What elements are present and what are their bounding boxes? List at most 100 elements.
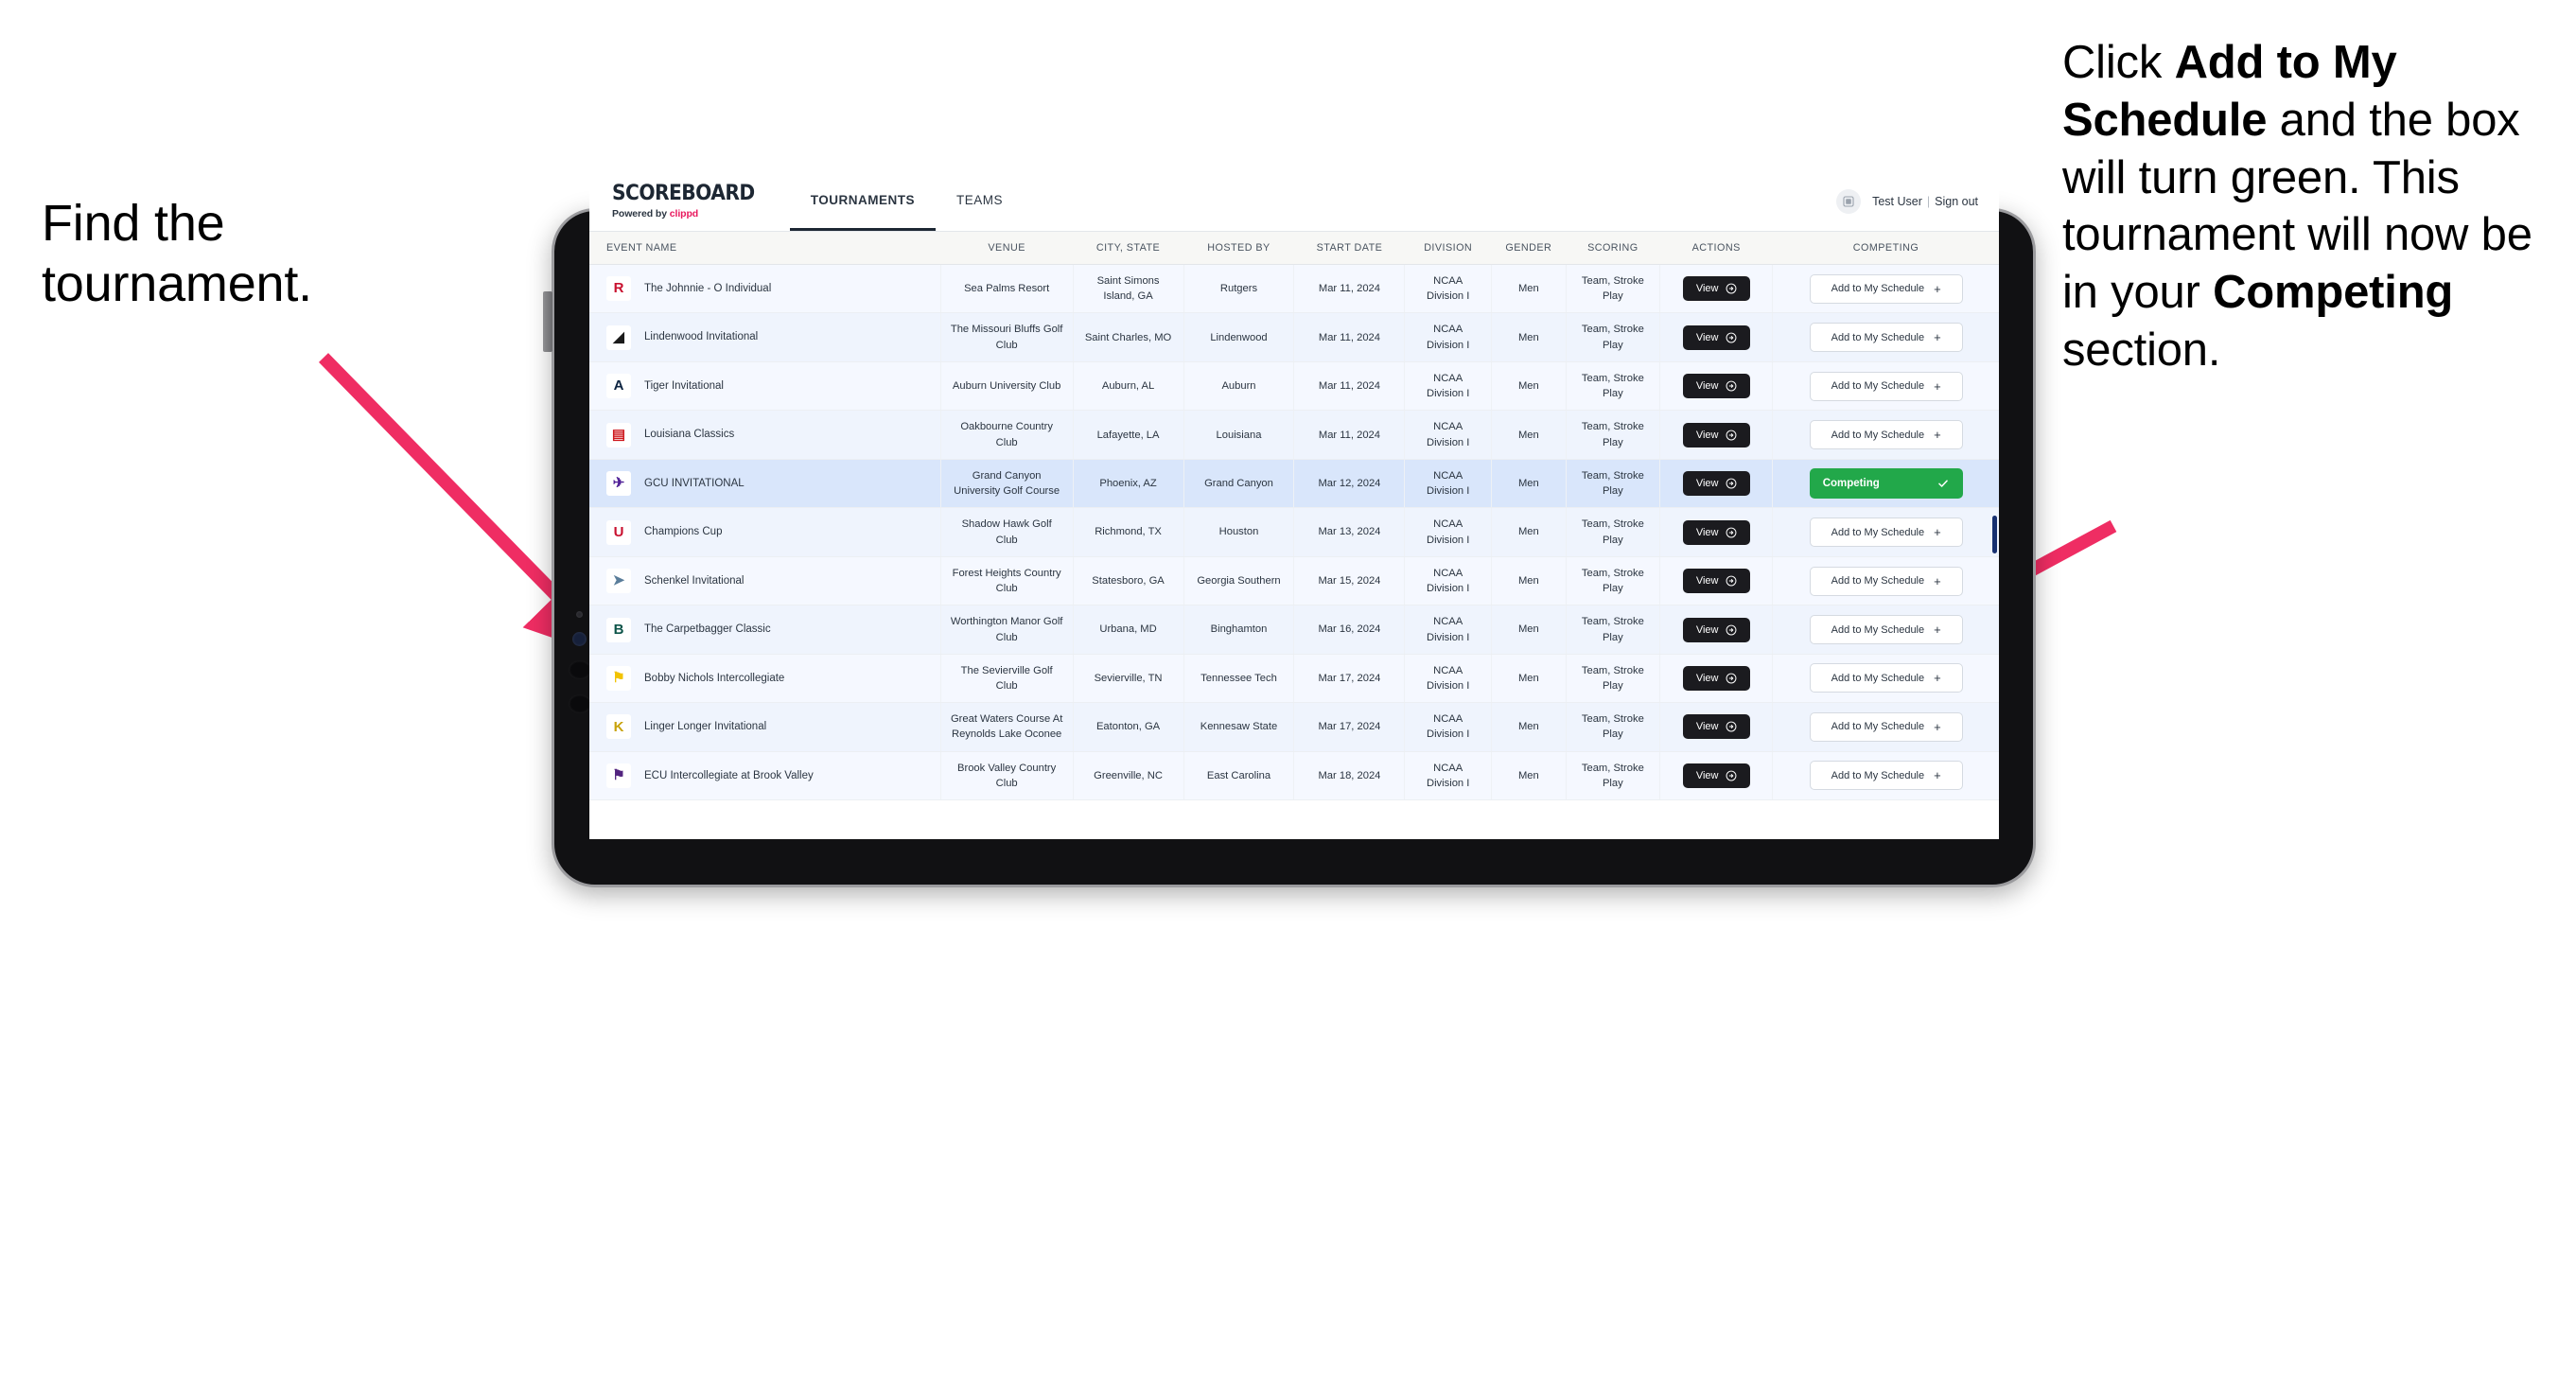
cell-start-date: Mar 11, 2024: [1293, 312, 1406, 362]
view-button[interactable]: View: [1682, 617, 1750, 642]
cell-scoring: Team, Stroke Play: [1566, 654, 1660, 704]
add-to-my-schedule-button[interactable]: Add to My Schedule +: [1809, 761, 1963, 791]
col-scoring[interactable]: SCORING: [1566, 232, 1660, 265]
view-button[interactable]: View: [1682, 763, 1750, 788]
table-row[interactable]: B The Carpetbagger Classic Worthington M…: [589, 605, 1999, 655]
col-start-date[interactable]: START DATE: [1293, 232, 1405, 265]
add-to-my-schedule-button[interactable]: Add to My Schedule +: [1809, 711, 1963, 742]
table-row[interactable]: R The Johnnie - O Individual Sea Palms R…: [589, 264, 1999, 314]
team-logo-icon: R: [606, 276, 631, 302]
tab-teams[interactable]: TEAMS: [936, 172, 1024, 231]
cell-gender: Men: [1491, 751, 1567, 801]
plus-icon: +: [1934, 671, 1941, 686]
cell-start-date: Mar 11, 2024: [1293, 264, 1406, 314]
plus-icon: +: [1934, 428, 1941, 443]
tournaments-table-wrap[interactable]: EVENT NAME VENUE CITY, STATE HOSTED BY S…: [589, 232, 1999, 839]
cell-gender: Men: [1491, 361, 1567, 412]
tablet-device: SCOREBOARD Powered by clippd TOURNAMENTS…: [543, 172, 2036, 887]
event-name-text: Tiger Invitational: [644, 379, 724, 392]
arrow-circle-right-icon: [1726, 527, 1736, 538]
table-row[interactable]: U Champions Cup Shadow Hawk Golf Club Ri…: [589, 507, 1999, 557]
cell-city-state: Saint Simons Island, GA: [1073, 264, 1184, 314]
view-button-label: View: [1695, 623, 1719, 636]
view-button[interactable]: View: [1682, 422, 1750, 447]
col-actions[interactable]: ACTIONS: [1659, 232, 1773, 265]
add-to-my-schedule-label: Add to My Schedule: [1831, 672, 1925, 684]
add-to-my-schedule-button[interactable]: Add to My Schedule +: [1809, 371, 1963, 401]
cell-scoring: Team, Stroke Play: [1566, 751, 1660, 801]
cell-event-name: R The Johnnie - O Individual: [589, 264, 941, 314]
cell-hosted-by: Grand Canyon: [1183, 459, 1295, 509]
table-row[interactable]: ▤ Louisiana Classics Oakbourne Country C…: [589, 410, 1999, 460]
view-button[interactable]: View: [1682, 325, 1750, 350]
add-to-my-schedule-button[interactable]: Add to My Schedule +: [1809, 615, 1963, 645]
competing-button[interactable]: Competing: [1809, 468, 1963, 500]
col-gender[interactable]: GENDER: [1491, 232, 1567, 265]
view-button-label: View: [1695, 380, 1719, 393]
view-button[interactable]: View: [1682, 569, 1750, 594]
table-header-row: EVENT NAME VENUE CITY, STATE HOSTED BY S…: [589, 232, 1999, 265]
cell-division: NCAA Division I: [1404, 605, 1492, 655]
col-event-name[interactable]: EVENT NAME: [589, 232, 941, 265]
table-row[interactable]: ✈ GCU INVITATIONAL Grand Canyon Universi…: [589, 459, 1999, 509]
vertical-scrollbar[interactable]: [1992, 516, 1997, 553]
team-logo-icon: A: [606, 374, 631, 399]
cell-division: NCAA Division I: [1404, 312, 1492, 362]
cell-venue: Auburn University Club: [940, 361, 1074, 412]
add-to-my-schedule-button[interactable]: Add to My Schedule +: [1809, 518, 1963, 548]
view-button[interactable]: View: [1682, 276, 1750, 302]
sign-out-link[interactable]: Sign out: [1935, 195, 1978, 208]
power-button[interactable]: [543, 291, 552, 352]
view-button[interactable]: View: [1682, 519, 1750, 545]
add-to-my-schedule-button[interactable]: Add to My Schedule +: [1809, 420, 1963, 450]
cell-city-state: Lafayette, LA: [1073, 410, 1184, 460]
col-hosted-by[interactable]: HOSTED BY: [1183, 232, 1294, 265]
tab-tournaments[interactable]: TOURNAMENTS: [789, 172, 937, 231]
table-row[interactable]: ⚑ ECU Intercollegiate at Brook Valley Br…: [589, 751, 1999, 801]
add-to-my-schedule-button[interactable]: Add to My Schedule +: [1809, 323, 1963, 353]
view-button[interactable]: View: [1682, 714, 1750, 740]
cell-gender: Men: [1491, 264, 1567, 314]
add-to-my-schedule-label: Add to My Schedule: [1831, 721, 1925, 733]
add-to-my-schedule-button[interactable]: Add to My Schedule +: [1809, 663, 1963, 693]
cell-gender: Men: [1491, 654, 1567, 704]
cell-competing: Add to My Schedule +: [1772, 556, 1999, 606]
add-to-my-schedule-button[interactable]: Add to My Schedule +: [1809, 273, 1963, 304]
cell-scoring: Team, Stroke Play: [1566, 556, 1660, 606]
cell-gender: Men: [1491, 459, 1567, 509]
cell-division: NCAA Division I: [1404, 264, 1492, 314]
view-button[interactable]: View: [1682, 374, 1750, 399]
table-row[interactable]: ➤ Schenkel Invitational Forest Heights C…: [589, 556, 1999, 606]
cell-actions: View: [1659, 459, 1774, 509]
cell-start-date: Mar 16, 2024: [1293, 605, 1406, 655]
table-row[interactable]: ⚑ Bobby Nichols Intercollegiate The Sevi…: [589, 654, 1999, 704]
table-row[interactable]: A Tiger Invitational Auburn University C…: [589, 361, 1999, 412]
view-button[interactable]: View: [1682, 665, 1750, 691]
add-to-my-schedule-button[interactable]: Add to My Schedule +: [1809, 566, 1963, 596]
col-venue[interactable]: VENUE: [940, 232, 1074, 265]
cell-venue: Brook Valley Country Club: [940, 751, 1074, 801]
col-division[interactable]: DIVISION: [1404, 232, 1492, 265]
col-city-state[interactable]: CITY, STATE: [1073, 232, 1184, 265]
team-logo-icon: ⚑: [606, 665, 631, 691]
plus-icon: +: [1934, 623, 1941, 638]
cell-gender: Men: [1491, 312, 1567, 362]
arrow-circle-right-icon: [1726, 283, 1736, 294]
cell-competing: Add to My Schedule +: [1772, 312, 1999, 362]
cell-event-name: ◢ Lindenwood Invitational: [589, 312, 941, 362]
view-button[interactable]: View: [1682, 471, 1750, 497]
cell-division: NCAA Division I: [1404, 459, 1492, 509]
brand-logo[interactable]: SCOREBOARD Powered by clippd: [612, 172, 790, 231]
table-row[interactable]: K Linger Longer Invitational Great Water…: [589, 702, 1999, 752]
cell-scoring: Team, Stroke Play: [1566, 459, 1660, 509]
team-logo-icon: ✈: [606, 471, 631, 497]
user-avatar-icon[interactable]: [1836, 189, 1862, 214]
col-competing[interactable]: COMPETING: [1772, 232, 1999, 265]
view-button-label: View: [1695, 478, 1719, 490]
table-body: R The Johnnie - O Individual Sea Palms R…: [589, 264, 1999, 801]
cell-division: NCAA Division I: [1404, 556, 1492, 606]
cell-city-state: Statesboro, GA: [1073, 556, 1184, 606]
cell-start-date: Mar 18, 2024: [1293, 751, 1406, 801]
table-row[interactable]: ◢ Lindenwood Invitational The Missouri B…: [589, 312, 1999, 362]
cell-scoring: Team, Stroke Play: [1566, 507, 1660, 557]
